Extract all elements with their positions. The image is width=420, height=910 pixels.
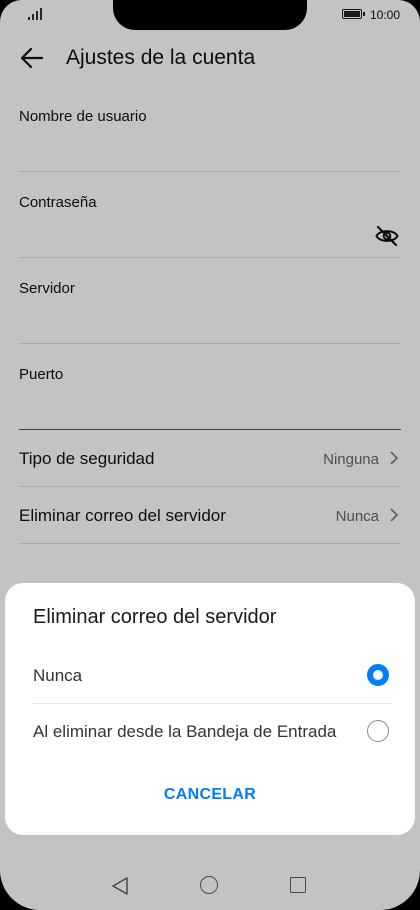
radio-selected[interactable] bbox=[367, 664, 389, 686]
dialog-title: Eliminar correo del servidor bbox=[33, 606, 277, 628]
screen: 10:00 Ajustes de la cuenta Nombre de usu… bbox=[0, 0, 420, 910]
radio-unselected[interactable] bbox=[367, 720, 389, 742]
cancel-button[interactable]: CANCELAR bbox=[5, 786, 415, 804]
option-label: Nunca bbox=[33, 666, 83, 685]
delete-mail-dialog: Eliminar correo del servidor Nunca Al el… bbox=[5, 583, 415, 835]
option-on-inbox-delete[interactable]: Al eliminar desde la Bandeja de Entrada bbox=[33, 704, 391, 760]
phone-frame: 10:00 Ajustes de la cuenta Nombre de usu… bbox=[0, 0, 420, 910]
option-never[interactable]: Nunca bbox=[33, 648, 391, 704]
option-label: Al eliminar desde la Bandeja de Entrada bbox=[33, 722, 337, 741]
